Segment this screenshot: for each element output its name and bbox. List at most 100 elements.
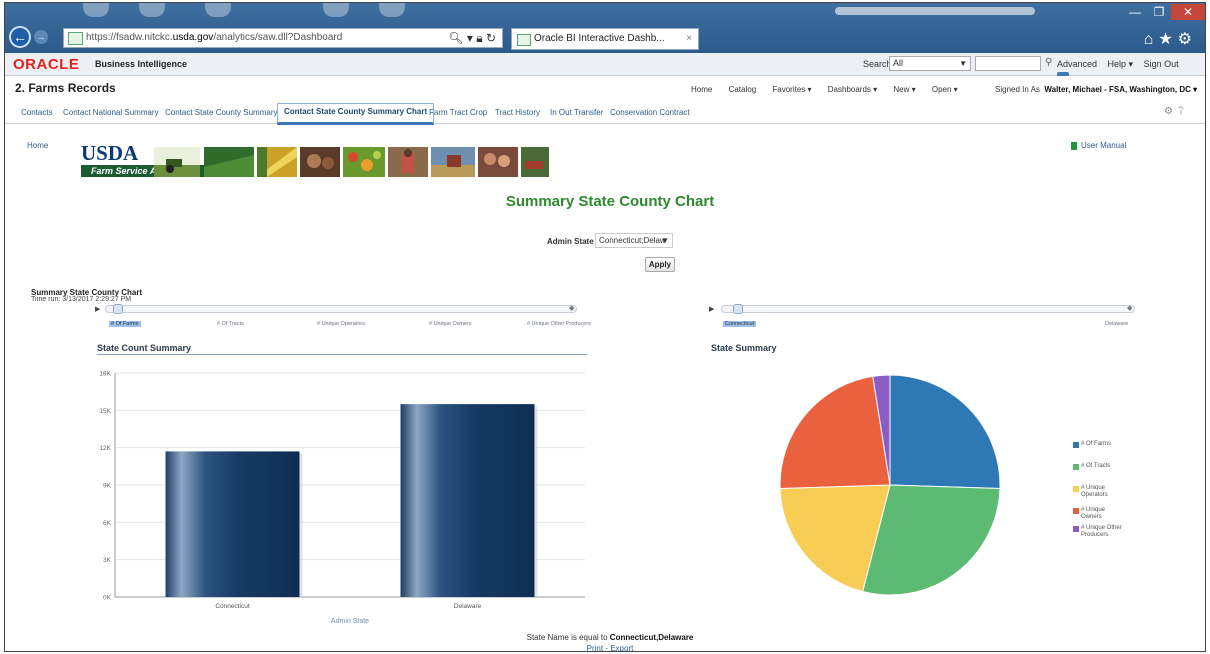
filter-prefix: State Name is equal to xyxy=(526,633,608,642)
address-tools[interactable]: 🔍︎ ▾ 🔒︎ ↻ xyxy=(448,29,496,47)
slider-label[interactable]: # Unique Other Producers xyxy=(527,321,591,327)
user-manual-link[interactable]: User Manual xyxy=(1071,141,1126,150)
advanced-link[interactable]: Advanced xyxy=(1057,59,1097,69)
tab-conservation-contract[interactable]: Conservation Contract xyxy=(610,108,690,117)
pie-slice[interactable] xyxy=(889,374,1001,489)
filter-value: Connecticut,Delaware xyxy=(609,633,694,642)
banner-produce-photo xyxy=(343,147,385,177)
chevron-down-icon: ▼ xyxy=(661,236,669,245)
legend-label[interactable]: # Unique Other Producers xyxy=(1081,525,1123,539)
filter-description: State Name is equal to Connecticut,Delaw… xyxy=(5,633,1205,642)
back-button[interactable]: ← xyxy=(9,26,31,48)
usda-logo: USDA xyxy=(81,141,139,165)
nav-new[interactable]: New ▾ xyxy=(893,85,915,94)
favorites-star-icon[interactable]: ★ xyxy=(1158,31,1177,48)
tab-contact-state-county-summary-chart[interactable]: Contact State County Summary Chart xyxy=(277,103,435,125)
nav-open[interactable]: Open ▾ xyxy=(932,85,958,94)
tab-tract-history[interactable]: Tract History xyxy=(495,108,540,117)
window-controls: — ❐ ✕ xyxy=(1123,3,1205,21)
taskbar-icon xyxy=(139,3,165,17)
slider-label[interactable]: Delaware xyxy=(1105,321,1128,327)
y-tick-label: 12K xyxy=(99,445,111,452)
settings-gear-icon[interactable]: ⚙ xyxy=(1178,31,1197,48)
slider-label[interactable]: # Unique Owners xyxy=(429,321,472,327)
tab-farm-tract-crop[interactable]: Farm Tract Crop xyxy=(429,108,487,117)
tab-in-out-transfer[interactable]: In Out Transfer xyxy=(550,108,603,117)
address-bar[interactable]: https://fsadw.nitckc.usda.gov/analytics/… xyxy=(63,28,503,48)
legend-label[interactable]: # Of Farms xyxy=(1081,441,1123,448)
nav-dashboards[interactable]: Dashboards ▾ xyxy=(828,85,877,94)
admin-state-select[interactable]: Connecticut;Delaw ▼ xyxy=(595,233,673,248)
pie-chart-title: State Summary xyxy=(711,343,777,353)
signed-in-user-menu[interactable]: Walter, Michael - FSA, Washington, DC ▾ xyxy=(1044,85,1197,94)
bar-delaware[interactable] xyxy=(400,404,535,597)
tab-contact-state-county-summary[interactable]: Contact State County Summary xyxy=(165,108,278,117)
tab-favicon-icon xyxy=(517,34,531,46)
left-slider-thumb[interactable] xyxy=(113,304,123,314)
legend-label[interactable]: # Unique Operators xyxy=(1081,485,1123,499)
admin-state-label: Admin State xyxy=(547,237,594,246)
dashboard-tabs: Contacts Contact National Summary Contac… xyxy=(5,101,1205,125)
slider-label[interactable]: # Unique Operators xyxy=(317,321,365,327)
url-prefix: https://fsadw.nitckc. xyxy=(86,32,173,43)
admin-state-value: Connecticut;Delaw xyxy=(599,236,666,245)
pie-slice[interactable] xyxy=(779,375,891,489)
left-animation-slider[interactable] xyxy=(105,305,577,313)
slider-label[interactable]: Connecticut xyxy=(723,321,757,327)
tab-close-icon[interactable]: × xyxy=(686,29,692,49)
legend-swatch xyxy=(1073,508,1079,514)
y-tick-label: 18K xyxy=(99,371,111,378)
title-bar-highlight xyxy=(835,7,1035,15)
browser-tab[interactable]: Oracle BI Interactive Dashb... × xyxy=(511,28,699,50)
help-icon[interactable]: ❔︎ xyxy=(1178,106,1189,117)
pie-chart xyxy=(779,374,1001,596)
x-tick-label: Connecticut xyxy=(215,603,250,610)
tab-contact-national-summary[interactable]: Contact National Summary xyxy=(63,108,159,117)
page-options-icons: ⚙❔︎ xyxy=(1164,106,1189,117)
home-link[interactable]: Home xyxy=(27,141,48,150)
close-window-icon[interactable]: ✕ xyxy=(1171,4,1205,20)
taskbar-icon xyxy=(323,3,349,17)
legend-label[interactable]: # Unique Owners xyxy=(1081,507,1123,521)
page-options-gear-icon[interactable]: ⚙ xyxy=(1164,106,1178,117)
forward-button[interactable]: → xyxy=(34,30,48,44)
sign-out-link[interactable]: Sign Out xyxy=(1144,59,1179,69)
right-slider-thumb[interactable] xyxy=(733,304,743,314)
banner-people-photo xyxy=(300,147,340,177)
y-tick-label: 15K xyxy=(99,408,111,415)
play-icon[interactable]: ▶ xyxy=(95,305,100,313)
flag-icon xyxy=(1071,141,1077,150)
search-scope-select[interactable]: All ▼ xyxy=(889,56,971,71)
print-export-links[interactable]: Print - Export xyxy=(5,644,1205,651)
minimize-icon[interactable]: — xyxy=(1123,4,1147,20)
nav-catalog[interactable]: Catalog xyxy=(729,85,757,94)
apply-button[interactable]: Apply xyxy=(645,257,675,272)
banner-livestock-photo xyxy=(521,147,549,177)
nav-favorites[interactable]: Favorites ▾ xyxy=(772,85,811,94)
legend-label[interactable]: # Of Tracts xyxy=(1081,463,1123,470)
page-title: Summary State County Chart xyxy=(505,193,715,210)
y-tick-label: 9K xyxy=(103,483,112,490)
bar-chart: 0K 3K 6K 9K 12K 15K 18K Connecticut Delaware Admi… xyxy=(99,371,585,625)
search-input[interactable] xyxy=(975,56,1041,71)
signed-in-label: Signed In As xyxy=(995,85,1040,94)
home-icon[interactable]: ⌂ xyxy=(1144,31,1159,48)
legend-swatch xyxy=(1073,442,1079,448)
report-time-run: Time run: 3/13/2017 2:29:27 PM xyxy=(31,296,132,303)
search-label: Search xyxy=(863,59,892,69)
nav-home[interactable]: Home xyxy=(691,85,712,94)
banner-tractor-photo xyxy=(154,147,200,177)
play-icon[interactable]: ▶ xyxy=(709,305,714,313)
help-menu[interactable]: Help ▾ xyxy=(1108,59,1134,69)
search-icon[interactable]: ⚲ xyxy=(1045,57,1052,68)
maximize-icon[interactable]: ❐ xyxy=(1147,4,1171,20)
slider-label[interactable]: # Of Tracts xyxy=(217,321,244,327)
slider-label[interactable]: # Of Farms xyxy=(109,321,141,327)
banner-corn-photo xyxy=(257,147,297,177)
tab-title: Oracle BI Interactive Dashb... xyxy=(534,33,665,44)
right-animation-slider[interactable] xyxy=(721,305,1135,313)
dashboard-title: 2. Farms Records xyxy=(15,81,116,95)
y-tick-label: 3K xyxy=(103,557,112,564)
bar-connecticut[interactable] xyxy=(165,451,300,597)
tab-contacts[interactable]: Contacts xyxy=(21,108,53,117)
